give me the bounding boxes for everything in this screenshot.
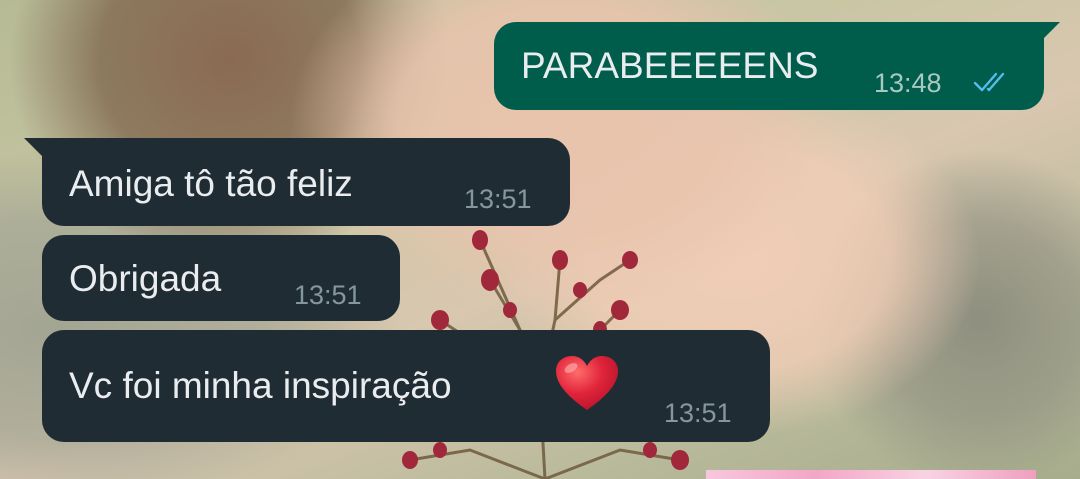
message-time: 13:51 [664,398,732,428]
wallpaper-pink-strip [706,470,1036,479]
message-time: 13:51 [294,280,362,310]
message-time: 13:51 [464,184,532,214]
message-bubble-incoming[interactable]: Obrigada 13:51 [42,235,400,321]
message-text: PARABEEEEENS [521,45,819,86]
message-text: Obrigada [69,258,222,299]
message-bubble-outgoing[interactable]: PARABEEEEENS 13:48 [494,22,1044,110]
read-double-check-icon [973,72,1005,92]
message-text: Vc foi minha inspiração [69,365,452,406]
message-text: Amiga tô tão feliz [69,163,353,204]
message-bubble-incoming[interactable]: Vc foi minha inspiração 13:51 [42,330,770,442]
message-bubble-incoming[interactable]: Amiga tô tão feliz 13:51 [42,138,570,226]
red-heart-icon [556,356,618,410]
message-time: 13:48 [874,68,942,98]
